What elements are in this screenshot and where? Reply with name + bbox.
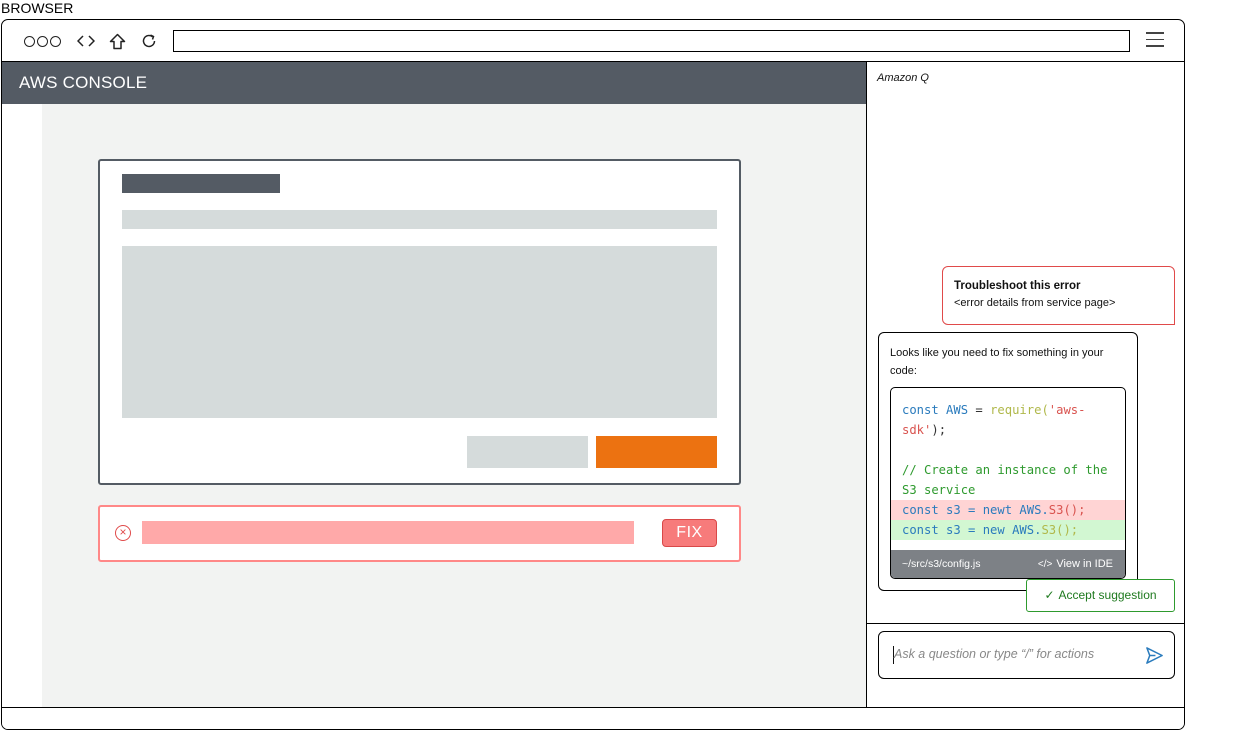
input-divider xyxy=(867,623,1184,624)
code-comment: // Create an instance of the S3 service xyxy=(902,463,1115,497)
send-icon[interactable] xyxy=(1145,646,1164,665)
user-message: Troubleshoot this error <error details f… xyxy=(942,266,1175,325)
error-banner: × FIX xyxy=(98,505,741,562)
amazon-q-panel: Amazon Q Troubleshoot this error <error … xyxy=(867,62,1184,708)
code-icon[interactable] xyxy=(76,30,96,52)
console-header: AWS CONSOLE xyxy=(2,62,866,104)
chat-input-placeholder: Ask a question or type “/” for actions xyxy=(894,647,1095,661)
assistant-intro: Looks like you need to fix something in … xyxy=(890,347,1104,377)
hamburger-menu-icon[interactable] xyxy=(1146,32,1164,48)
code-footer: ~/src/s3/config.js </> View in IDE xyxy=(891,550,1125,578)
placeholder-title xyxy=(122,174,280,193)
panel-title: Amazon Q xyxy=(877,72,929,84)
console-body: × FIX xyxy=(42,104,866,708)
code-line-blank: ​ xyxy=(891,440,1125,460)
user-message-detail: <error details from service page> xyxy=(954,297,1116,309)
code-line-added: const s3 = new AWS.S3(); xyxy=(891,520,1125,540)
browser-window: AWS CONSOLE × FIX Amazon Q Troubleshoot … xyxy=(1,19,1185,730)
code-line-removed: const s3 = newt AWS.S3(); xyxy=(891,500,1125,520)
primary-button[interactable] xyxy=(596,436,717,468)
placeholder-block xyxy=(122,246,717,418)
chat-input[interactable]: Ask a question or type “/” for actions xyxy=(878,631,1175,679)
browser-status-bar xyxy=(2,707,1184,729)
error-message-placeholder xyxy=(142,521,634,544)
browser-toolbar xyxy=(2,20,1184,62)
content-card xyxy=(98,159,741,485)
secondary-button[interactable] xyxy=(467,436,588,468)
home-icon[interactable] xyxy=(107,30,127,52)
placeholder-line xyxy=(122,210,717,229)
aws-console: AWS CONSOLE × FIX xyxy=(2,62,866,708)
accept-suggestion-button[interactable]: ✓ Accept suggestion xyxy=(1026,579,1175,612)
code-line: const AWS = require('aws-sdk'); xyxy=(902,403,1086,437)
address-bar[interactable] xyxy=(173,30,1130,52)
error-icon: × xyxy=(115,525,131,541)
window-controls-icon[interactable] xyxy=(22,30,62,52)
code-icon: </> xyxy=(1037,559,1053,570)
file-path: ~/src/s3/config.js xyxy=(902,558,981,570)
fix-button[interactable]: FIX xyxy=(662,519,717,547)
assistant-message: Looks like you need to fix something in … xyxy=(878,332,1138,591)
view-in-ide-link[interactable]: </> View in IDE xyxy=(1037,550,1113,578)
reload-icon[interactable] xyxy=(139,30,159,52)
check-icon: ✓ xyxy=(1044,588,1055,602)
code-snippet: const AWS = require('aws-sdk'); ​ // Cre… xyxy=(890,387,1126,579)
browser-label: BROWSER xyxy=(1,0,74,16)
user-message-title: Troubleshoot this error xyxy=(954,280,1081,292)
